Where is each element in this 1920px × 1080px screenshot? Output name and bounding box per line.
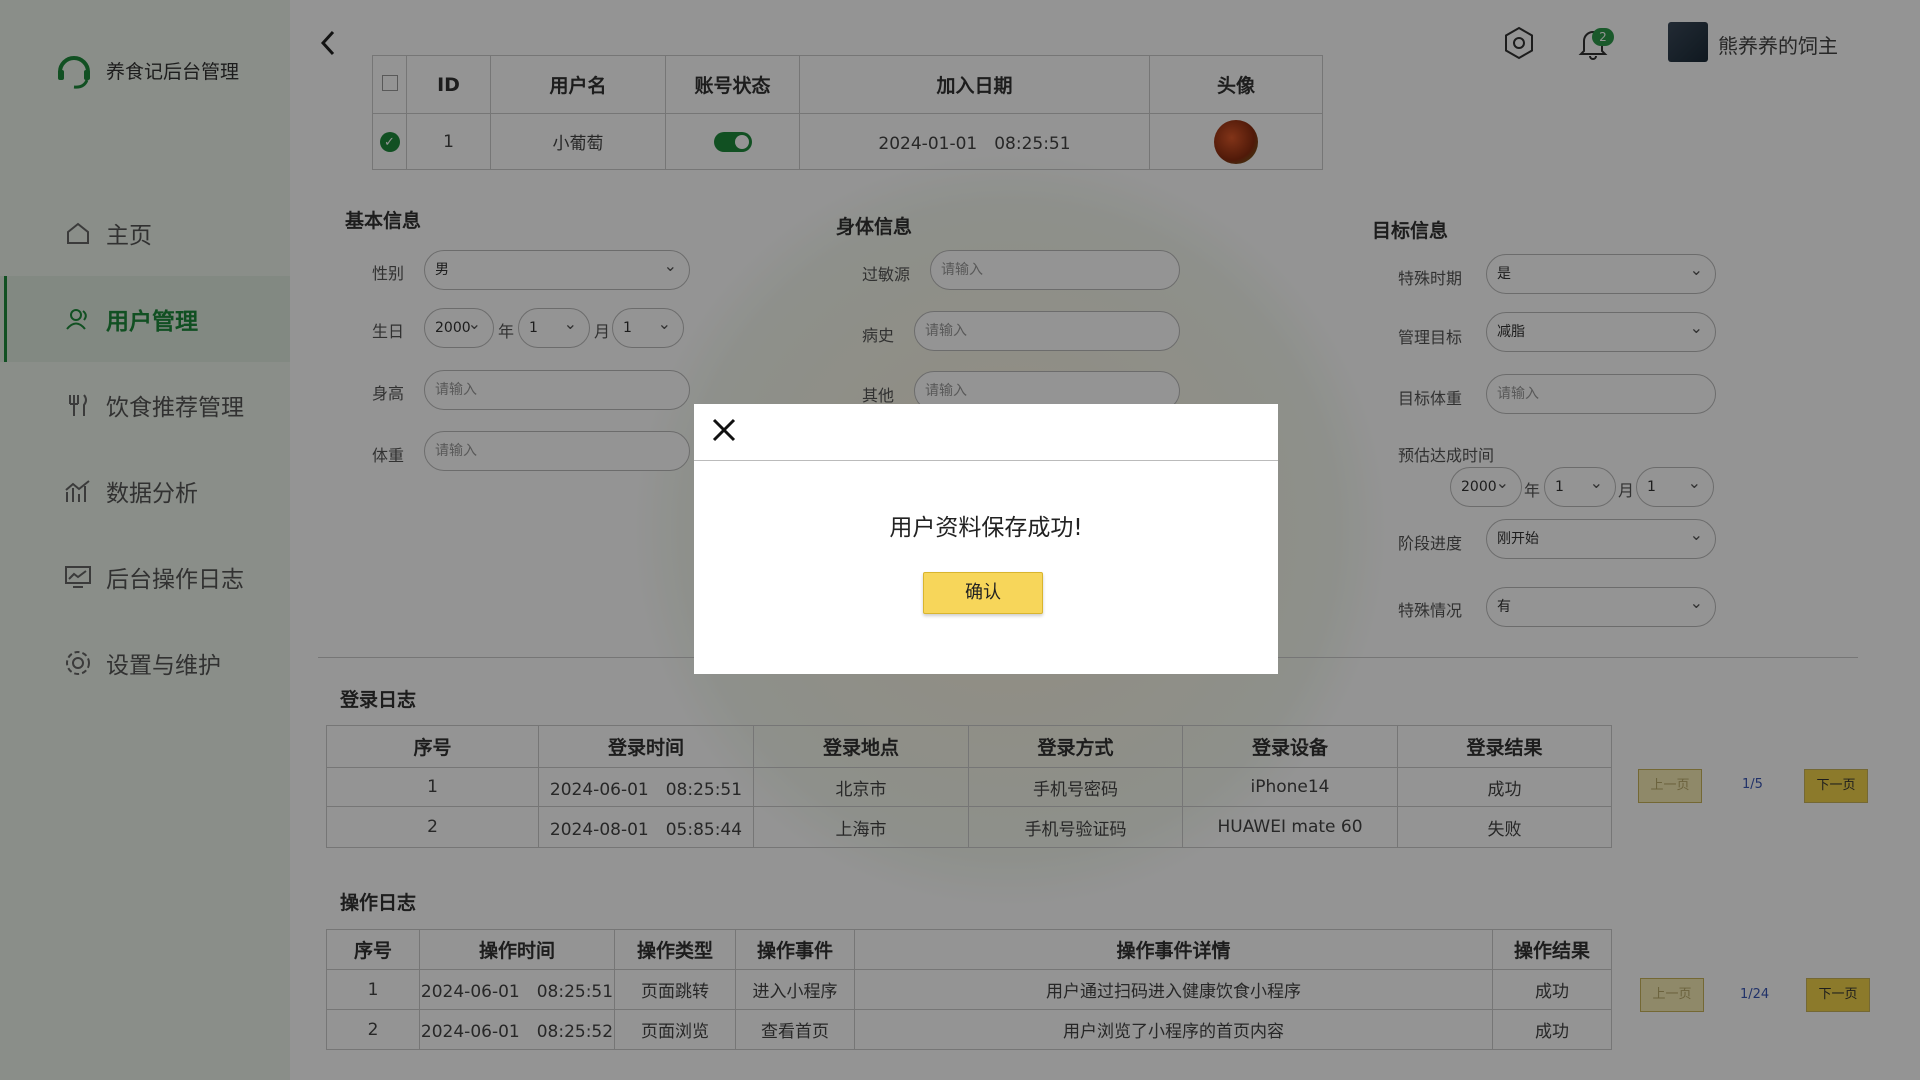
success-dialog: 用户资料保存成功! 确认	[694, 404, 1278, 674]
dialog-divider	[694, 460, 1278, 461]
close-button[interactable]	[710, 416, 738, 444]
dialog-message: 用户资料保存成功!	[889, 515, 1083, 541]
close-icon	[712, 418, 736, 442]
confirm-button[interactable]: 确认	[923, 572, 1043, 614]
